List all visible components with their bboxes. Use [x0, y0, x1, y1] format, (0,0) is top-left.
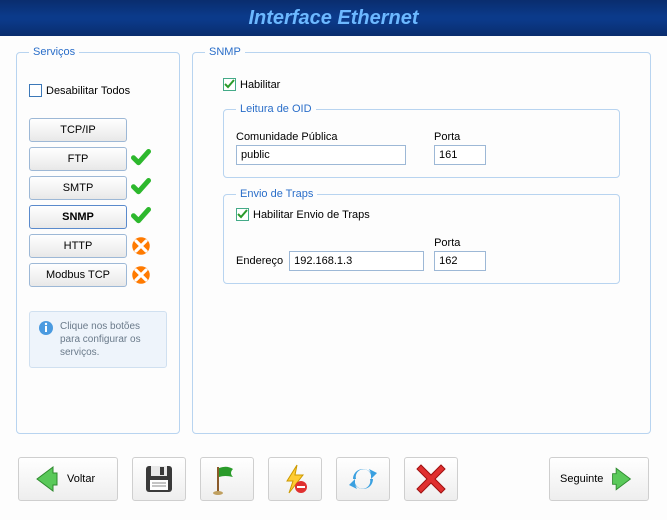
check-icon: [131, 178, 151, 198]
refresh-icon: [347, 463, 379, 495]
arrow-left-icon: [29, 463, 61, 495]
snmp-group: SNMP Habilitar Leitura de OID Comunidade…: [192, 46, 651, 434]
snmp-enable-label: Habilitar: [240, 79, 280, 91]
info-icon: [38, 320, 54, 336]
service-button-ftp[interactable]: FTP: [29, 147, 127, 171]
back-button[interactable]: Voltar: [18, 457, 118, 501]
traps-port-input[interactable]: [434, 251, 486, 271]
save-button[interactable]: [132, 457, 186, 501]
cancel-button[interactable]: [404, 457, 458, 501]
service-row: Modbus TCP: [29, 263, 167, 287]
service-row: SNMP: [29, 205, 167, 229]
oid-group: Leitura de OID Comunidade Pública Porta: [223, 103, 620, 178]
oid-port-input[interactable]: [434, 145, 486, 165]
service-row: HTTP: [29, 234, 167, 258]
traps-port-label: Porta: [434, 237, 486, 249]
community-label: Comunidade Pública: [236, 131, 406, 143]
flag-icon: [211, 463, 243, 495]
arrow-right-icon: [609, 463, 638, 495]
language-button[interactable]: [200, 457, 254, 501]
service-button-snmp[interactable]: SNMP: [29, 205, 127, 229]
check-icon: [131, 207, 151, 227]
disable-all-label: Desabilitar Todos: [46, 85, 130, 97]
error-icon: [131, 236, 151, 256]
save-icon: [143, 463, 175, 495]
service-row: TCP/IP: [29, 118, 167, 142]
traps-legend: Envio de Traps: [236, 188, 317, 200]
snmp-enable-checkbox[interactable]: Habilitar: [223, 78, 280, 91]
checkbox-box: [236, 208, 249, 221]
title-bar: Interface Ethernet: [0, 0, 667, 36]
checkbox-box: [223, 78, 236, 91]
close-icon: [415, 463, 447, 495]
service-row: FTP: [29, 147, 167, 171]
traps-address-input[interactable]: [289, 251, 424, 271]
service-button-modbus-tcp[interactable]: Modbus TCP: [29, 263, 127, 287]
oid-legend: Leitura de OID: [236, 103, 316, 115]
services-legend: Serviços: [29, 46, 79, 58]
alarm-button[interactable]: [268, 457, 322, 501]
traps-group: Envio de Traps Habilitar Envio de Traps …: [223, 188, 620, 284]
traps-enable-checkbox[interactable]: Habilitar Envio de Traps: [236, 208, 370, 221]
page-title: Interface Ethernet: [248, 7, 418, 30]
traps-address-label: Endereço: [236, 255, 283, 267]
snmp-legend: SNMP: [205, 46, 245, 58]
check-icon: [131, 149, 151, 169]
next-button[interactable]: Seguinte: [549, 457, 649, 501]
community-input[interactable]: [236, 145, 406, 165]
back-label: Voltar: [67, 473, 95, 485]
toolbar: Voltar Seguinte: [0, 448, 667, 510]
traps-enable-label: Habilitar Envio de Traps: [253, 209, 370, 221]
services-group: Serviços Desabilitar Todos TCP/IP FTP SMTP…: [16, 46, 180, 434]
service-row: SMTP: [29, 176, 167, 200]
service-button-smtp[interactable]: SMTP: [29, 176, 127, 200]
service-button-tcp-ip[interactable]: TCP/IP: [29, 118, 127, 142]
info-box: Clique nos botões para configurar os ser…: [29, 311, 167, 368]
oid-port-label: Porta: [434, 131, 486, 143]
error-icon: [131, 265, 151, 285]
next-label: Seguinte: [560, 473, 603, 485]
disable-all-checkbox[interactable]: Desabilitar Todos: [29, 84, 130, 97]
info-text: Clique nos botões para configurar os ser…: [60, 320, 158, 359]
checkbox-box: [29, 84, 42, 97]
bolt-icon: [279, 463, 311, 495]
refresh-button[interactable]: [336, 457, 390, 501]
service-button-http[interactable]: HTTP: [29, 234, 127, 258]
